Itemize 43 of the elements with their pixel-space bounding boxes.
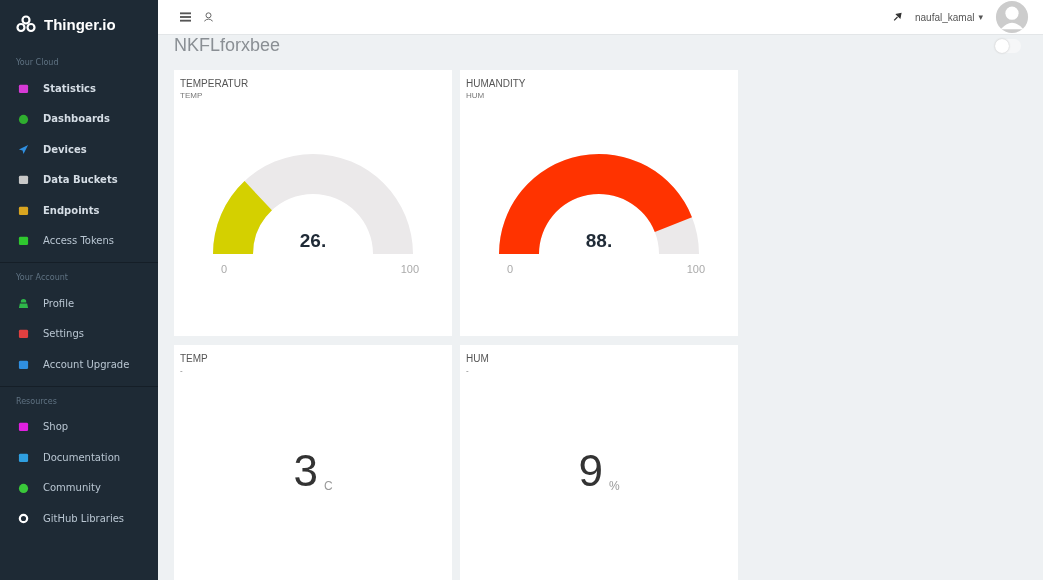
pin-icon[interactable] (892, 12, 903, 22)
widget-value: 9 (578, 449, 603, 493)
list-icon[interactable] (180, 12, 191, 22)
logo-icon (16, 15, 36, 33)
sidebar-item[interactable]: Data Buckets (43, 174, 118, 186)
user-menu[interactable]: naufal_kamal (915, 11, 975, 23)
widget-subtitle: HUM (466, 91, 486, 100)
dashboard-title: NKFLforxbee (174, 35, 281, 56)
scale-min: 0 (221, 263, 228, 275)
sidebar-item[interactable]: Shop (43, 421, 69, 433)
meter-value: 88. (585, 230, 613, 252)
caret-icon[interactable]: ▾ (978, 12, 983, 22)
section-title: Resources (15, 395, 58, 408)
sidebar-item[interactable]: Access Tokens (43, 235, 115, 247)
sidebar-item[interactable]: Statistics (43, 82, 96, 94)
widget-unit: C (323, 479, 333, 493)
widget-subtitle: - (180, 366, 184, 375)
sidebar-item[interactable]: Account Upgrade (43, 358, 130, 370)
toggle-switch[interactable] (995, 38, 1021, 53)
sidebar-item[interactable]: GitHub Libraries (43, 512, 125, 524)
sidebar-item[interactable]: Documentation (43, 451, 121, 463)
section-title: Your Account (15, 272, 69, 284)
sidebar-item[interactable]: Profile (43, 297, 75, 309)
widget-title: HUM (466, 353, 490, 364)
widget-title: HUMANDITY (466, 78, 527, 89)
scale-min: 0 (507, 263, 514, 275)
widget-unit: % (608, 479, 620, 493)
sidebar-item[interactable]: Dashboards (43, 113, 110, 125)
sidebar-item[interactable]: Community (43, 482, 101, 494)
sidebar-item[interactable]: Endpoints (43, 204, 100, 216)
scale-max: 100 (400, 263, 419, 275)
brand-name: Thinger.io (44, 15, 116, 33)
widget-subtitle: TEMP (180, 91, 204, 100)
scale-max: 100 (686, 263, 705, 275)
sidebar-item[interactable]: Devices (43, 143, 87, 155)
sidebar-item[interactable]: Settings (43, 328, 84, 340)
user-icon[interactable] (203, 12, 214, 22)
widget-title: TEMP (180, 353, 209, 364)
widget-value: 3 (293, 449, 318, 493)
widget-title: TEMPERATUR (180, 78, 250, 89)
section-title: Your Cloud (15, 57, 60, 69)
meter-value: 26. (299, 230, 327, 252)
widget-subtitle: - (466, 366, 470, 375)
